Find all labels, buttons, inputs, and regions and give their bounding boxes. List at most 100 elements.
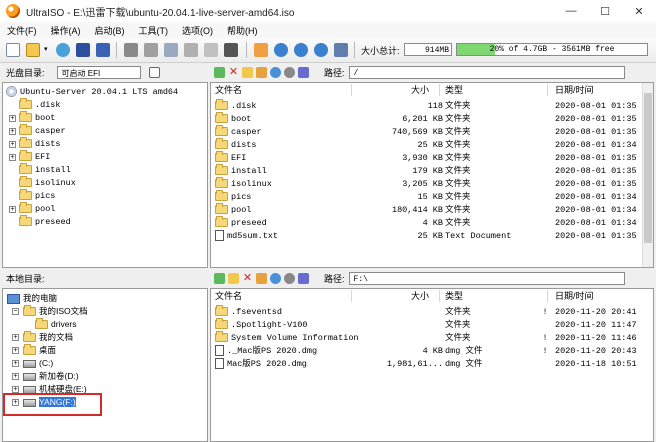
up-directory-icon[interactable] [214,66,225,78]
iso-tree-item[interactable]: preseed [19,215,71,229]
menu-help[interactable]: 帮助(H) [220,24,265,37]
new-file-icon[interactable] [6,43,20,57]
view-icon[interactable] [298,272,309,284]
iso-file-row[interactable]: .disk 118 文件夹 2020-08-01 01:35 [211,99,641,113]
refresh-icon[interactable] [270,66,281,78]
boot-properties-icon[interactable] [148,66,160,78]
close-button[interactable]: ✕ [622,0,656,22]
expand-icon[interactable]: + [9,154,16,162]
new-folder-icon[interactable] [228,272,239,284]
local-tree-item[interactable]: + (C:) [12,357,53,370]
iso-file-row[interactable]: isolinux 3,205 KB 文件夹 2020-08-01 01:35 [211,177,641,191]
expand-icon[interactable]: + [9,141,16,149]
iso-tree-item[interactable]: + EFI [9,150,50,164]
save-icon[interactable] [76,43,90,57]
iso-file-row[interactable]: pics 15 KB 文件夹 2020-08-01 01:34 [211,190,641,204]
expand-icon[interactable]: + [12,360,19,367]
delete-icon[interactable]: ✕ [228,66,239,78]
virtual-drive-icon[interactable] [204,43,218,57]
iso-file-row[interactable]: preseed 4 KB 文件夹 2020-08-01 01:34 [211,216,641,230]
iso-tree-item[interactable]: + boot [9,111,55,125]
help-icon[interactable] [294,43,308,57]
expand-icon[interactable]: + [12,373,19,380]
menu-actions[interactable]: 操作(A) [44,24,88,37]
menu-file[interactable]: 文件(F) [0,24,44,37]
new-folder-icon[interactable] [242,66,253,78]
iso-path-field[interactable]: / [348,65,625,79]
local-col-name[interactable]: 文件名 [215,289,243,303]
about-icon[interactable] [314,43,328,57]
iso-tree-item[interactable]: isolinux [19,176,76,190]
add-to-iso-icon[interactable] [214,272,225,284]
iso-file-row[interactable]: install 179 KB 文件夹 2020-08-01 01:35 [211,164,641,178]
expand-icon[interactable]: + [12,386,19,393]
local-col-date[interactable]: 日期/时间 [555,289,594,303]
local-col-type[interactable]: 类型 [445,289,464,303]
tools-icon[interactable] [224,43,238,57]
burn-icon[interactable] [164,43,178,57]
iso-tree-root[interactable]: Ubuntu-Server 20.04.1 LTS amd64 [6,86,178,99]
settings-icon[interactable] [284,272,295,284]
refresh-icon[interactable] [270,272,281,284]
extract-icon[interactable] [56,43,70,57]
mount-icon[interactable] [184,43,198,57]
iso-tree-item[interactable]: + casper [9,124,66,138]
local-file-row[interactable]: System Volume Information 文件夹! 2020-11-20 … [211,331,641,345]
iso-file-row[interactable]: EFI 3,930 KB 文件夹 2020-08-01 01:35 [211,151,641,165]
iso-file-row[interactable]: md5sum.txt 25 KB Text Document 2020-08-01 0… [211,230,641,243]
maximize-button[interactable]: ☐ [588,0,622,22]
iso-file-row[interactable]: casper 740,569 KB 文件夹 2020-08-01 01:35 [211,125,641,139]
iso-tree-item[interactable]: + dists [9,137,61,151]
iso-col-name[interactable]: 文件名 [215,83,243,97]
expand-icon[interactable]: + [9,128,16,136]
menu-options[interactable]: 选项(O) [175,24,220,37]
rename-icon[interactable] [256,272,267,284]
local-file-row[interactable]: .fseventsd 文件夹! 2020-11-20 20:41 [211,305,641,319]
expand-icon[interactable]: + [12,334,19,341]
local-file-row[interactable]: Mac版PS 2020.dmg 1,981,61... dmg 文件 2020-11-… [211,358,641,371]
rename-icon[interactable] [256,66,267,78]
open-folder-icon[interactable] [26,43,40,57]
local-tree-item[interactable]: drivers [35,318,77,331]
expand-icon[interactable]: + [9,115,16,123]
iso-col-size[interactable]: 大小 [411,83,430,97]
open-dropdown-icon[interactable]: ▾ [44,43,52,57]
iso-tree-item[interactable]: install [19,163,71,177]
iso-file-row[interactable]: pool 180,414 KB 文件夹 2020-08-01 01:34 [211,203,641,217]
view-icon[interactable] [298,66,309,78]
expand-icon[interactable]: − [12,308,19,315]
options-icon[interactable] [254,43,268,57]
info-icon[interactable] [274,43,288,57]
make-cd-image-icon[interactable] [124,43,138,57]
save-as-icon[interactable] [96,43,110,57]
local-tree-item[interactable]: 我的电脑 [7,292,57,305]
expand-icon[interactable]: + [12,347,19,354]
iso-tree-item[interactable]: + pool [9,202,55,216]
local-file-row[interactable]: .Spotlight-V100 文件夹 2020-11-20 11:47 [211,318,641,332]
local-tree-item[interactable]: + 新加卷(D:) [12,370,79,383]
menu-bootable[interactable]: 启动(B) [88,24,132,37]
delete-icon[interactable]: ✕ [242,272,253,284]
capacity-bar[interactable]: 20% of 4.7GB - 3561MB free [456,43,648,56]
local-tree-item[interactable]: + 桌面 [12,344,56,357]
menu-tools[interactable]: 工具(T) [132,24,176,37]
iso-file-row[interactable]: dists 25 KB 文件夹 2020-08-01 01:34 [211,138,641,152]
local-col-size[interactable]: 大小 [411,289,430,303]
iso-list-vscroll[interactable] [642,83,653,267]
local-path-field[interactable]: F:\ [348,271,625,285]
iso-file-row[interactable]: boot 6,201 KB 文件夹 2020-08-01 01:35 [211,112,641,126]
exit-icon[interactable] [334,43,348,57]
local-tree-item[interactable]: − 我的ISO文档 [12,305,88,318]
local-tree-item[interactable]: + 我的文档 [12,331,73,344]
iso-tree-item[interactable]: pics [19,189,55,203]
settings-icon[interactable] [284,66,295,78]
minimize-button[interactable]: — [554,0,588,22]
boot-type-field[interactable]: 可启动 EFI [56,65,141,79]
scroll-thumb[interactable] [644,93,652,243]
compress-icon[interactable] [144,43,158,57]
iso-tree-item[interactable]: .disk [19,98,61,112]
iso-col-type[interactable]: 类型 [445,83,464,97]
local-file-row[interactable]: ._Mac版PS 2020.dmg 4 KB dmg 文件! 2020-11-20 2… [211,345,641,358]
iso-col-date[interactable]: 日期/时间 [555,83,594,97]
expand-icon[interactable]: + [9,206,16,214]
